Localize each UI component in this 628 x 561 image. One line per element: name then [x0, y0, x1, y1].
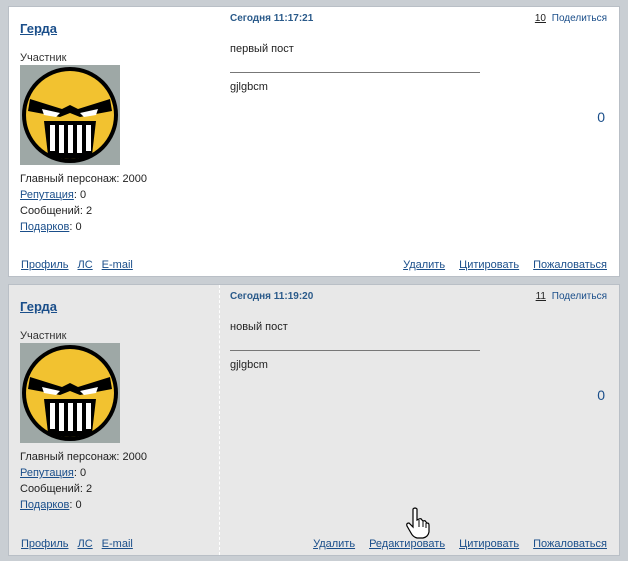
- gifts-link[interactable]: Подарков: [20, 499, 69, 511]
- messages-row: Сообщений: 2: [20, 205, 93, 217]
- profile-link[interactable]: Профиль: [21, 259, 69, 271]
- share-link[interactable]: Поделиться: [552, 291, 607, 302]
- gifts-row: Подарков: 0: [20, 499, 82, 511]
- author-info: Главный персонаж: 2000 Репутация: 0 Сооб…: [20, 449, 147, 513]
- quote-button[interactable]: Цитировать: [459, 259, 519, 271]
- post-rating: 0: [597, 109, 605, 125]
- main-character-row: Главный персонаж: 2000: [20, 451, 147, 463]
- pm-link[interactable]: ЛС: [78, 538, 93, 550]
- quote-button[interactable]: Цитировать: [459, 538, 519, 550]
- angry-mask-avatar-icon: [20, 343, 120, 443]
- post-text: новый пост: [230, 321, 288, 333]
- post-actions: Удалить Цитировать Пожаловаться: [389, 259, 607, 271]
- post-number-link[interactable]: 11: [536, 291, 546, 302]
- author-name-link[interactable]: Герда: [20, 21, 57, 36]
- post-date: Сегодня 11:19:20: [230, 291, 314, 302]
- reputation-row: Репутация: 0: [20, 189, 87, 201]
- share-link[interactable]: Поделиться: [552, 13, 607, 24]
- author-role: Участник: [20, 330, 67, 342]
- author-role: Участник: [20, 52, 67, 64]
- pm-link[interactable]: ЛС: [78, 259, 93, 271]
- delete-button[interactable]: Удалить: [403, 259, 445, 271]
- profile-link[interactable]: Профиль: [21, 538, 69, 550]
- hand-pointer-icon: [406, 507, 430, 539]
- gifts-row: Подарков: 0: [20, 221, 82, 233]
- post-date: Сегодня 11:17:21: [230, 13, 314, 24]
- author-name-link[interactable]: Герда: [20, 299, 57, 314]
- author-links: Профиль ЛС E-mail: [21, 259, 142, 271]
- gifts-link[interactable]: Подарков: [20, 221, 69, 233]
- signature-text: gjlgbcm: [230, 359, 268, 371]
- main-character-row: Главный персонаж: 2000: [20, 173, 147, 185]
- post-author-panel: Герда Участник Главный персонаж: 2000 Ре…: [9, 285, 220, 555]
- reputation-row: Репутация: 0: [20, 467, 87, 479]
- reputation-link[interactable]: Репутация: [20, 467, 74, 479]
- author-links: Профиль ЛС E-mail: [21, 538, 142, 550]
- post-rating: 0: [597, 387, 605, 403]
- author-info: Главный персонаж: 2000 Репутация: 0 Сооб…: [20, 171, 147, 235]
- email-link[interactable]: E-mail: [102, 538, 133, 550]
- post-1: Герда Участник Главный персонаж: 2000 Ре…: [8, 6, 620, 277]
- post-content: Сегодня 11:17:21 10 Поделиться первый по…: [230, 7, 619, 276]
- email-link[interactable]: E-mail: [102, 259, 133, 271]
- reputation-link[interactable]: Репутация: [20, 189, 74, 201]
- messages-row: Сообщений: 2: [20, 483, 93, 495]
- post-text: первый пост: [230, 43, 294, 55]
- signature-text: gjlgbcm: [230, 81, 268, 93]
- report-button[interactable]: Пожаловаться: [533, 259, 607, 271]
- report-button[interactable]: Пожаловаться: [533, 538, 607, 550]
- post-number-link[interactable]: 10: [535, 13, 546, 24]
- post-actions: Удалить Редактировать Цитировать Пожаловать…: [299, 538, 607, 550]
- signature-divider: [230, 350, 480, 351]
- post-author-panel: Герда Участник Главный персонаж: 2000 Ре…: [9, 7, 219, 276]
- delete-button[interactable]: Удалить: [313, 538, 355, 550]
- edit-button[interactable]: Редактировать: [369, 538, 445, 550]
- post-2: Герда Участник Главный персонаж: 2000 Ре…: [8, 284, 620, 556]
- signature-divider: [230, 72, 480, 73]
- angry-mask-avatar-icon: [20, 65, 120, 165]
